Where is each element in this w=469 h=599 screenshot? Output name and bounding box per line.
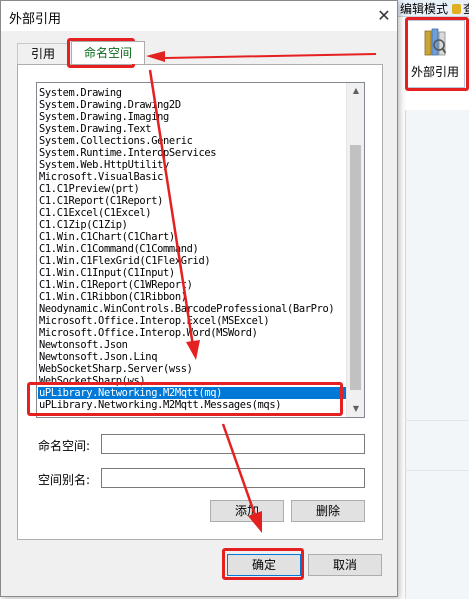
background-right-panel [405, 110, 469, 599]
list-item[interactable]: C1.C1Zip(C1Zip) [39, 219, 128, 231]
lock-icon [452, 4, 462, 14]
list-item[interactable]: System.Drawing.Imaging [39, 111, 169, 123]
alias-input[interactable] [101, 468, 365, 488]
annotation-box-ribbon-button [405, 17, 469, 91]
list-item[interactable]: Microsoft.Office.Interop.Word(MSWord) [39, 327, 258, 339]
list-item[interactable]: C1.Win.C1Report(C1WReport) [39, 279, 193, 291]
external-reference-dialog: 外部引用 ✕ 引用 命名空间 ▲ ▼ System.Drawing System.… [0, 0, 398, 597]
namespace-listbox[interactable]: ▲ ▼ System.Drawing System.Drawing.Drawing… [36, 82, 365, 418]
list-item[interactable]: System.Web.HttpUtility [39, 159, 169, 171]
dialog-title: 外部引用 [9, 12, 62, 27]
cancel-button[interactable]: 取消 [308, 554, 382, 576]
panel-divider [405, 470, 469, 471]
vertical-scrollbar[interactable]: ▲ ▼ [346, 83, 364, 417]
namespace-input[interactable] [101, 434, 365, 454]
scroll-up-icon[interactable]: ▲ [347, 83, 364, 99]
list-item[interactable]: C1.C1Excel(C1Excel) [39, 207, 152, 219]
close-icon[interactable]: ✕ [373, 5, 395, 27]
list-item[interactable]: Microsoft.VisualBasic [39, 171, 163, 183]
list-item[interactable]: System.Collections.Generic [39, 135, 193, 147]
list-item[interactable]: Newtonsoft.Json [39, 339, 128, 351]
list-item[interactable]: C1.Win.C1Input(C1Input) [39, 267, 175, 279]
alias-label: 空间别名: [38, 473, 91, 487]
tab-references[interactable]: 引用 [17, 43, 69, 64]
query-text: 查 [463, 2, 469, 16]
list-item[interactable]: Neodynamic.WinControls.BarcodeProfession… [39, 303, 335, 315]
list-item[interactable]: System.Drawing.Drawing2D [39, 99, 181, 111]
list-item[interactable]: C1.Win.C1FlexGrid(C1FlexGrid) [39, 255, 211, 267]
annotation-box-ok-button [222, 548, 304, 580]
list-item[interactable]: C1.Win.C1Chart(C1Chart) [39, 231, 175, 243]
list-item[interactable]: Newtonsoft.Json.Linq [39, 351, 157, 363]
panel-divider [405, 420, 469, 421]
list-item[interactable]: WebSocketSharp.Server(wss) [39, 363, 193, 375]
namespace-label: 命名空间: [38, 439, 91, 453]
list-item[interactable]: Microsoft.Office.Interop.Excel(MSExcel) [39, 315, 270, 327]
add-button[interactable]: 添加 [210, 500, 284, 522]
list-item[interactable]: System.Drawing [39, 87, 122, 99]
dialog-titlebar[interactable]: 外部引用 ✕ [1, 1, 397, 31]
edit-mode-text: 编辑模式 [400, 2, 449, 16]
tab-namespaces[interactable]: 命名空间 [71, 41, 145, 64]
list-item[interactable]: C1.Win.C1Command(C1Command) [39, 243, 199, 255]
scroll-down-icon[interactable]: ▼ [347, 401, 364, 417]
list-item[interactable]: System.Drawing.Text [39, 123, 152, 135]
list-item[interactable]: C1.C1Preview(prt) [39, 183, 140, 195]
annotation-box-selected-items [27, 382, 343, 416]
list-item[interactable]: C1.C1Report(C1Report) [39, 195, 163, 207]
list-item[interactable]: C1.Win.C1Ribbon(C1Ribbon) [39, 291, 187, 303]
list-item[interactable]: System.Runtime.InteropServices [39, 147, 217, 159]
delete-button[interactable]: 删除 [291, 500, 365, 522]
scrollbar-thumb[interactable] [350, 145, 361, 390]
edit-mode-indicator[interactable]: 编辑模式查 [400, 0, 469, 17]
